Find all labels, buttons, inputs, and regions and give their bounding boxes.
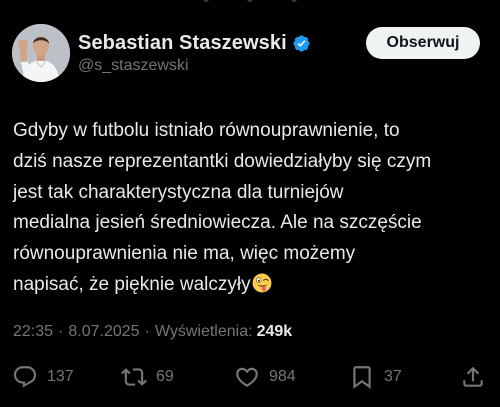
avatar[interactable] [12,24,70,82]
bookmark-count: 37 [384,368,402,385]
like-count: 984 [269,368,296,385]
meta-separator: · [144,323,150,340]
repost-icon [121,368,147,386]
tweet-time[interactable]: 22:35 [13,323,53,341]
tweet-header: Sebastian Staszewski @s_staszewski Obser… [12,24,490,86]
follow-button[interactable]: Obserwuj [366,27,480,59]
author-name-row: Sebastian Staszewski [78,32,311,55]
author-handle[interactable]: @s_staszewski [78,57,189,75]
views-count[interactable]: 249k [257,323,293,341]
like-button[interactable]: 984 [234,364,296,390]
tweet-text: Gdyby w futbolu istniało równouprawnieni… [13,116,491,301]
bookmark-button[interactable]: 37 [349,364,402,390]
tweet-date[interactable]: 8.07.2025 [68,323,139,341]
tweet-body: Gdyby w futbolu istniało równouprawnieni… [13,120,432,295]
zany-face-emoji-icon [252,273,272,293]
views-label: Wyświetlenia: [154,323,253,340]
tweet-meta: 22:35 · 8.07.2025 · Wyświetlenia: 249k [13,323,292,341]
share-icon [463,366,483,387]
author-display-name[interactable]: Sebastian Staszewski [78,32,287,55]
repost-count: 69 [156,368,174,385]
reply-icon [13,366,37,388]
reply-button[interactable]: 137 [12,364,74,390]
tweet-actions-bar: 137 69 984 37 [0,364,500,394]
top-indicator-dots [0,0,500,4]
meta-separator: · [58,323,64,340]
bookmark-icon [353,366,371,389]
verified-badge-icon [293,35,310,52]
heart-icon [236,367,258,387]
reply-count: 137 [47,368,74,385]
share-button[interactable] [460,364,486,390]
repost-button[interactable]: 69 [121,364,174,390]
